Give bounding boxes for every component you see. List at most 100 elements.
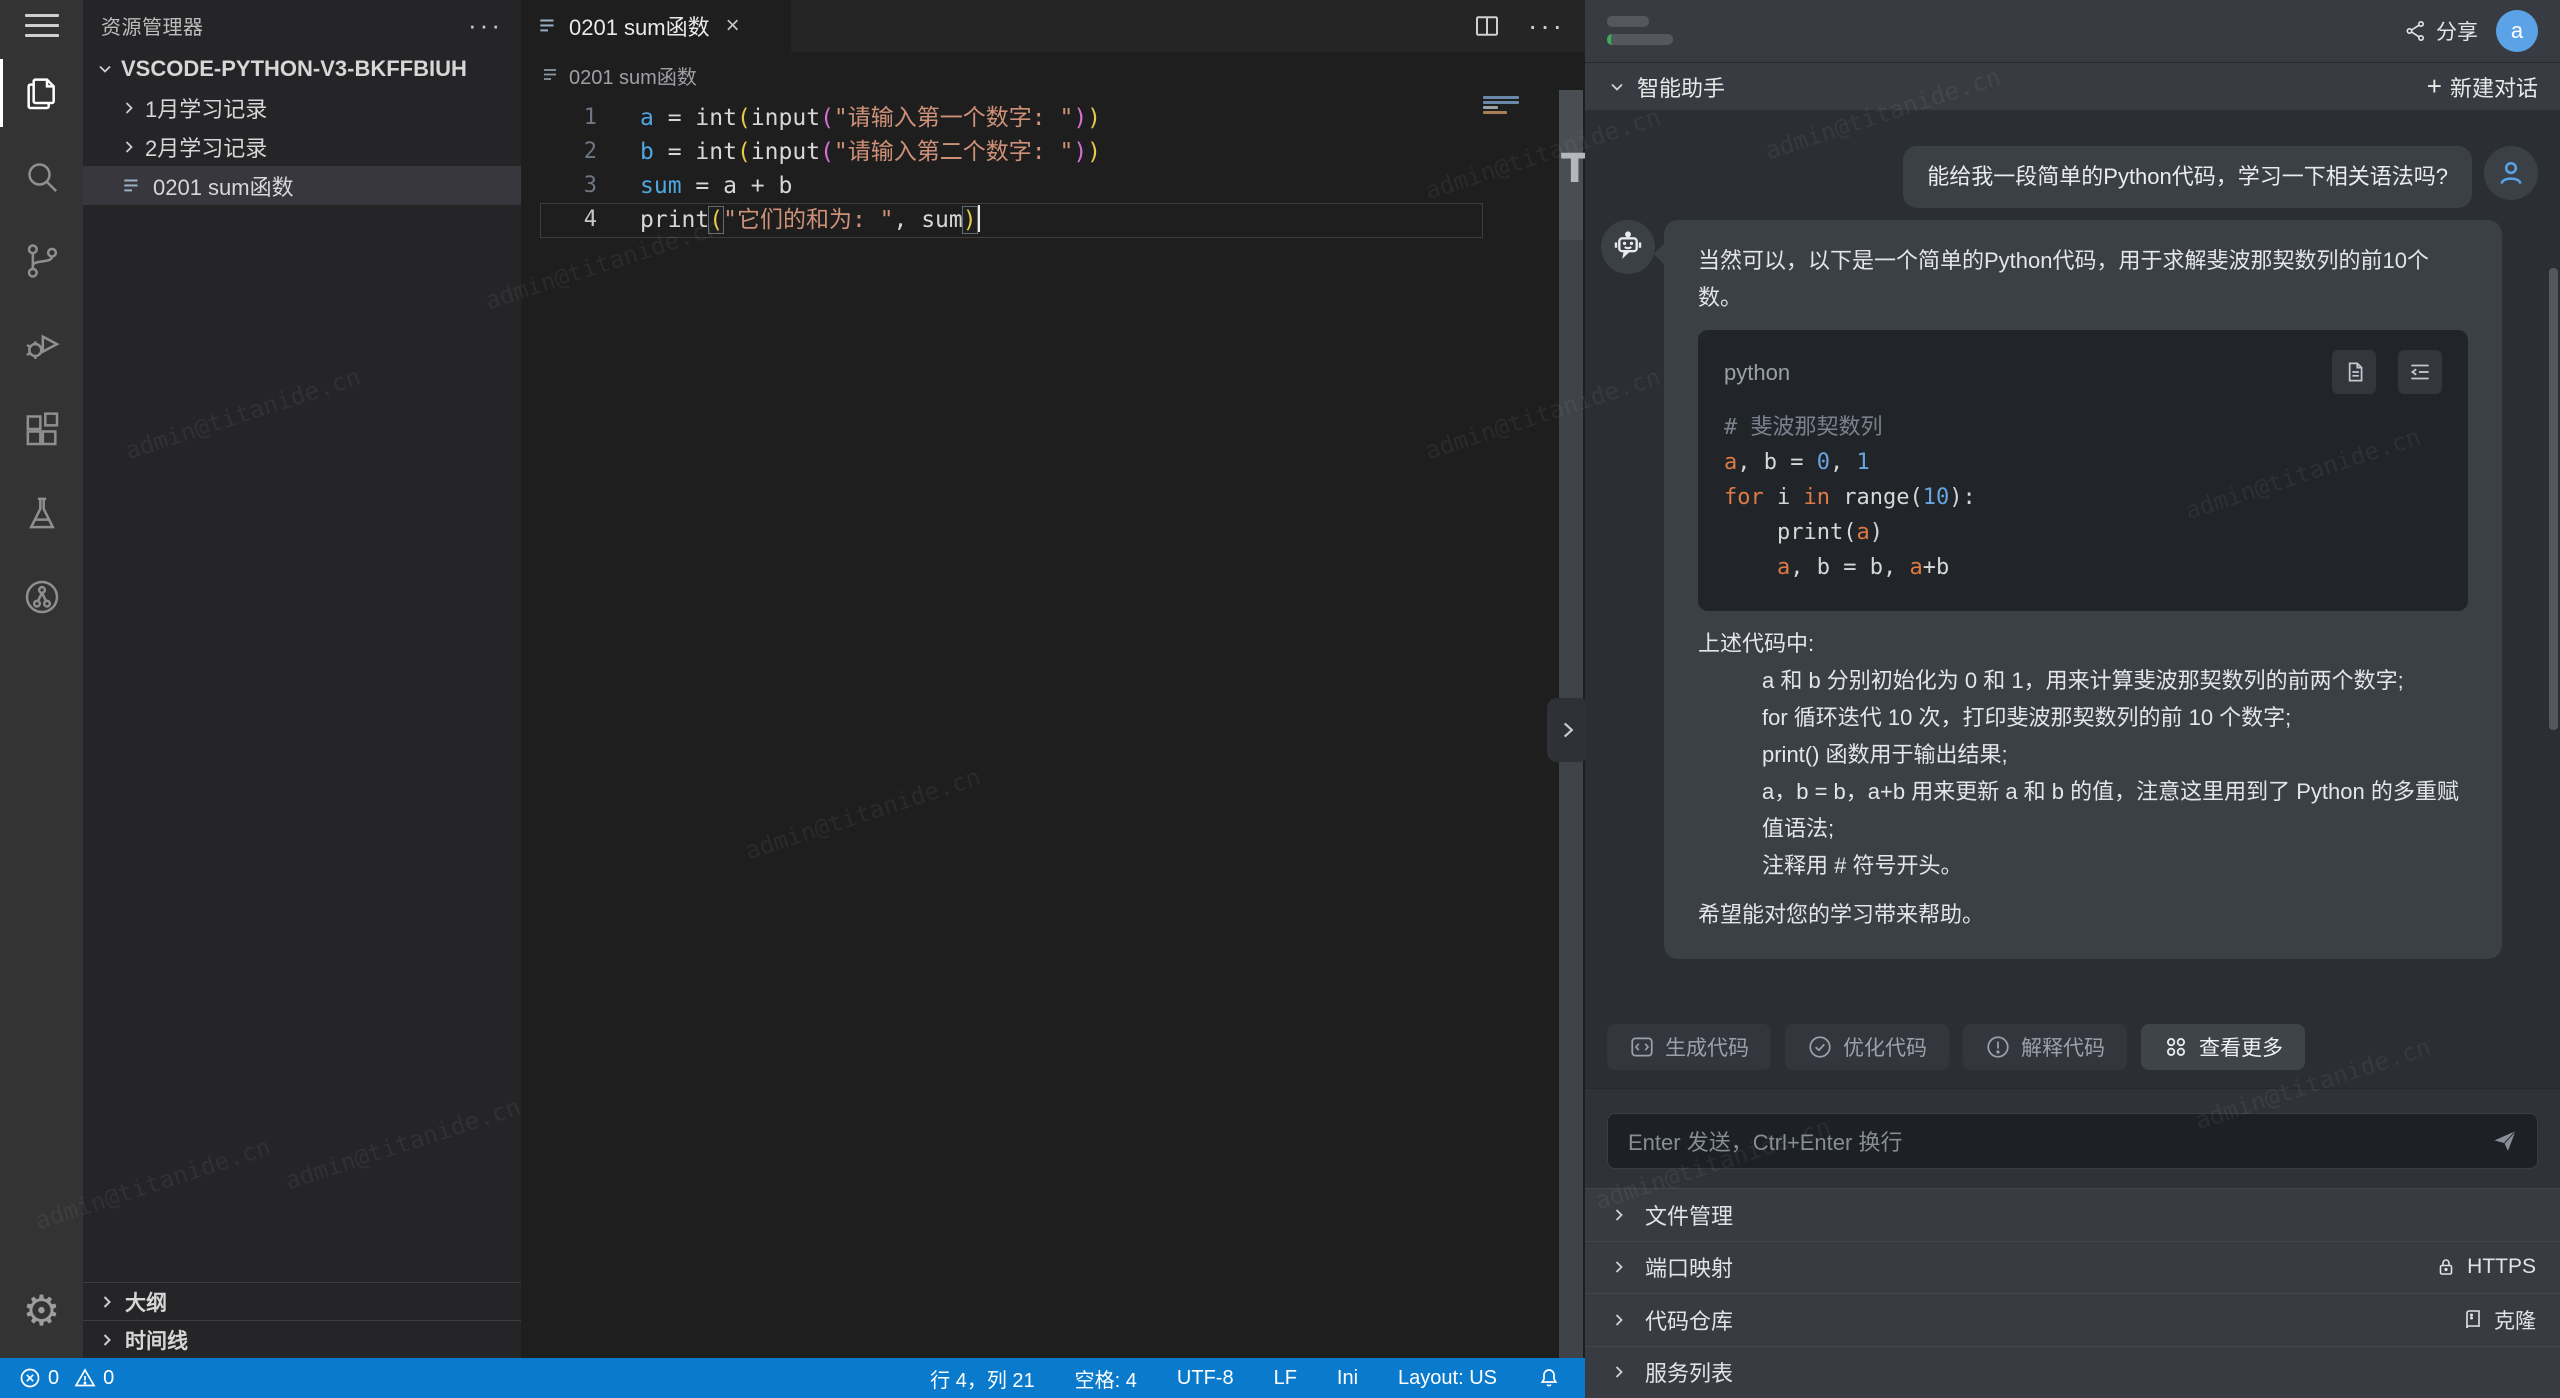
assistant-intro: 当然可以，以下是一个简单的Python代码，用于求解斐波那契数列的前10个数。: [1698, 242, 2468, 316]
explanation-item: 注释用 # 符号开头。: [1698, 847, 2468, 884]
robot-icon: [1610, 229, 1646, 265]
section-service-list[interactable]: 服务列表: [1585, 1346, 2560, 1398]
plus-icon: +: [2427, 71, 2442, 102]
explorer-header: 资源管理器 ···: [83, 0, 521, 50]
editor-more-icon[interactable]: ···: [1528, 10, 1565, 42]
outline-section[interactable]: 大纲: [83, 1282, 521, 1320]
source-control-icon[interactable]: [0, 219, 83, 303]
chevron-right-icon: [119, 98, 139, 118]
split-editor-icon[interactable]: [1472, 11, 1502, 41]
explorer-more-icon[interactable]: ···: [468, 10, 503, 41]
view-more-button[interactable]: 查看更多: [2141, 1024, 2305, 1070]
chevron-right-icon: [1609, 1205, 1629, 1225]
tree-root-folder[interactable]: VSCODE-PYTHON-V3-BKFFBIUH: [83, 50, 521, 88]
chat-scrollbar-thumb[interactable]: [2549, 268, 2558, 730]
panel-top-bar: 分享 a: [1585, 0, 2560, 63]
layout-status[interactable]: Layout: US: [1398, 1367, 1497, 1390]
chevron-down-icon: [1607, 77, 1627, 97]
menu-icon[interactable]: [25, 14, 59, 37]
explain-code-button[interactable]: 解释代码: [1963, 1024, 2127, 1070]
section-file-manager[interactable]: 文件管理: [1585, 1188, 2560, 1241]
tree-file-0201-selected[interactable]: 0201 sum函数: [83, 166, 521, 205]
settings-gear-icon[interactable]: ⚙: [23, 1290, 61, 1332]
assistant-section-header: 智能助手 + 新建对话: [1585, 63, 2560, 110]
assistant-closing: 希望能对您的学习带来帮助。: [1698, 896, 2468, 933]
file-list-icon: [121, 175, 143, 197]
encoding-status[interactable]: UTF-8: [1177, 1367, 1234, 1390]
chevron-right-icon: [97, 1330, 117, 1350]
panel-menu-bars[interactable]: [1607, 16, 1673, 45]
code-editor[interactable]: 1a = int(input("请输入第一个数字: ")) 2b = int(i…: [521, 101, 1585, 237]
chat-input-placeholder: Enter 发送，Ctrl+Enter 换行: [1628, 1125, 1902, 1157]
generate-code-button[interactable]: 生成代码: [1607, 1024, 1771, 1070]
user-message-bubble: 能给我一段简单的Python代码，学习一下相关语法吗?: [1903, 146, 2472, 208]
file-list-icon: [537, 15, 559, 37]
chevron-right-icon: [119, 137, 139, 157]
exclaim-circle-icon: [1985, 1034, 2011, 1060]
user-avatar[interactable]: a: [2496, 10, 2538, 52]
run-debug-icon[interactable]: [0, 303, 83, 387]
chevron-right-icon: [1609, 1310, 1629, 1330]
indent-status[interactable]: 空格: 4: [1075, 1364, 1137, 1393]
expand-panel-button[interactable]: [1547, 698, 1589, 762]
person-icon: [2494, 156, 2528, 190]
chat-area: 能给我一段简单的Python代码，学习一下相关语法吗? 当然可以，以下是一个简单…: [1585, 110, 2560, 1088]
tree-folder-jan[interactable]: 1月学习记录: [83, 88, 521, 127]
bell-icon[interactable]: [1537, 1366, 1561, 1390]
tab-close-icon[interactable]: ×: [726, 14, 740, 38]
assistant-title-toggle[interactable]: 智能助手: [1607, 71, 1725, 103]
chevron-right-icon: [1609, 1362, 1629, 1382]
minimap[interactable]: [1483, 96, 1519, 114]
timeline-section[interactable]: 时间线: [83, 1320, 521, 1358]
section-port-mapping[interactable]: 端口映射 HTTPS: [1585, 1241, 2560, 1294]
insert-code-button[interactable]: [2398, 350, 2442, 394]
eol-status[interactable]: LF: [1274, 1367, 1297, 1390]
new-chat-button[interactable]: + 新建对话: [2427, 71, 2538, 103]
repo-clone-icon: [2461, 1308, 2485, 1332]
testing-icon[interactable]: [0, 471, 83, 555]
copy-code-button[interactable]: [2332, 350, 2376, 394]
assistant-message-row: 当然可以，以下是一个简单的Python代码，用于求解斐波那契数列的前10个数。 …: [1601, 220, 2538, 959]
lock-icon: [2434, 1255, 2458, 1279]
remote-explorer-icon[interactable]: [0, 555, 83, 639]
explorer-sidebar: 资源管理器 ··· VSCODE-PYTHON-V3-BKFFBIUH 1月学习…: [83, 0, 521, 1358]
optimize-code-button[interactable]: 优化代码: [1785, 1024, 1949, 1070]
chevron-down-icon: [95, 59, 115, 79]
explanation-item: a，b = b，a+b 用来更新 a 和 b 的值，注意这里用到了 Python…: [1698, 773, 2468, 847]
cursor-position-status[interactable]: 行 4，列 21: [930, 1364, 1034, 1393]
status-bar: 0 0 行 4，列 21 空格: 4 UTF-8 LF Ini Layout: …: [0, 1358, 1585, 1398]
code-line: 2b = int(input("请输入第二个数字: ")): [521, 135, 1585, 169]
editor-tab-bar: 0201 sum函数 × ···: [521, 0, 1585, 52]
code-line: 1a = int(input("请输入第一个数字: ")): [521, 101, 1585, 135]
chevron-right-icon: [1609, 1257, 1629, 1277]
extensions-icon[interactable]: [0, 387, 83, 471]
insert-icon: [2407, 359, 2433, 385]
section-code-repo[interactable]: 代码仓库 克隆: [1585, 1293, 2560, 1346]
user-message-row: 能给我一段简单的Python代码，学习一下相关语法吗?: [1607, 146, 2538, 208]
language-status[interactable]: Ini: [1337, 1367, 1358, 1390]
search-icon[interactable]: [0, 135, 83, 219]
check-circle-icon: [1807, 1034, 1833, 1060]
share-button[interactable]: 分享: [2404, 16, 2478, 46]
chat-input-area: Enter 发送，Ctrl+Enter 换行: [1585, 1088, 2560, 1189]
code-icon: [1629, 1034, 1655, 1060]
code-line-current: 4print("它们的和为: ", sum): [521, 203, 1585, 237]
explanation-item: a 和 b 分别初始化为 0 和 1，用来计算斐波那契数列的前两个数字;: [1698, 662, 2468, 699]
warning-count: 0: [103, 1367, 114, 1390]
problems-status[interactable]: 0 0: [0, 1366, 114, 1390]
panel-sections: 文件管理 端口映射 HTTPS 代码仓库 克隆 服务列表: [1585, 1188, 2560, 1398]
clone-badge[interactable]: 克隆: [2461, 1305, 2536, 1335]
tab-0201-sum[interactable]: 0201 sum函数 ×: [521, 0, 791, 52]
chat-code-block: python # 斐波那契数列 a, b = 0, 1: [1698, 330, 2468, 611]
tree-folder-feb[interactable]: 2月学习记录: [83, 127, 521, 166]
breadcrumb[interactable]: 0201 sum函数: [521, 52, 697, 98]
https-badge[interactable]: HTTPS: [2434, 1255, 2536, 1279]
chat-input[interactable]: Enter 发送，Ctrl+Enter 换行: [1607, 1113, 2538, 1169]
assistant-avatar: [1601, 220, 1655, 274]
explorer-title: 资源管理器: [101, 11, 204, 40]
activity-bar: ⚙: [0, 0, 83, 1358]
user-chat-avatar: [2484, 146, 2538, 200]
send-icon[interactable]: [2491, 1127, 2519, 1155]
explorer-icon[interactable]: [0, 51, 83, 135]
explanation-item: for 循环迭代 10 次，打印斐波那契数列的前 10 个数字;: [1698, 699, 2468, 736]
